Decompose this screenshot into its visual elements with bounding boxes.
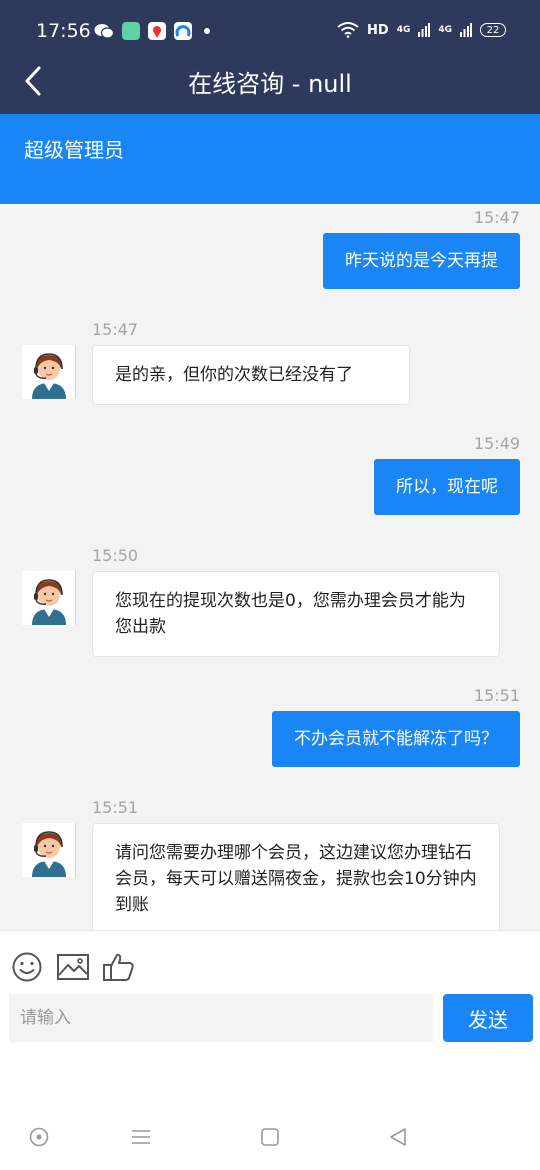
hd-label: HD [367, 22, 389, 38]
more-notifications-dot [204, 28, 210, 34]
send-button[interactable]: 发送 [443, 994, 533, 1042]
agent-avatar[interactable] [22, 345, 76, 399]
assistant-circle-icon[interactable] [28, 1126, 50, 1148]
wechat-icon [94, 24, 114, 39]
signal-2-label: 4G [438, 25, 452, 35]
chat-area[interactable]: 15:47 昨天说的是今天再提 15:47 是的亲，但你的次数已经没有了 15:… [0, 204, 540, 930]
support-agent-icon [32, 353, 66, 399]
support-agent-icon [32, 831, 66, 877]
status-time: 17:56 [36, 20, 91, 42]
home-square-icon[interactable] [259, 1126, 281, 1148]
message-input[interactable] [9, 994, 433, 1042]
thumbs-up-icon[interactable] [102, 951, 136, 983]
wifi-icon [337, 22, 359, 38]
message-time: 15:47 [92, 320, 139, 339]
agent-avatar[interactable] [22, 571, 76, 625]
map-app-icon [148, 22, 166, 40]
agent-avatar[interactable] [22, 823, 76, 877]
message-time: 15:51 [92, 798, 139, 817]
support-agent-icon [32, 579, 66, 625]
signal-2-icon [460, 23, 472, 37]
status-notification-icons [94, 22, 210, 40]
incoming-message[interactable]: 请问您需要办理哪个会员，这边建议您办理钻石会员，每天可以赠送隔夜金，提款也会10… [92, 823, 500, 930]
message-time: 15:49 [473, 434, 520, 453]
back-triangle-icon[interactable] [387, 1126, 409, 1148]
browser-app-icon [174, 22, 192, 40]
outgoing-message[interactable]: 所以，现在呢 [374, 459, 520, 515]
battery-indicator: 22 [480, 23, 506, 37]
menu-icon[interactable] [130, 1126, 152, 1148]
signal-1-label: 4G [396, 25, 411, 35]
emoji-icon[interactable] [10, 951, 44, 983]
status-indicators: HD 4G 4G 22 [337, 22, 506, 38]
message-time: 15:47 [473, 208, 520, 227]
page-title: 在线咨询 - null [188, 70, 352, 98]
agent-banner: 超级管理员 [0, 114, 540, 204]
top-bar: 17:56 HD 4G 4G 22 在线咨询 - null [0, 0, 540, 114]
message-time: 15:50 [92, 546, 139, 565]
message-time: 15:51 [473, 686, 520, 705]
app-notification-icon [122, 22, 140, 40]
signal-1-icon [418, 23, 431, 37]
incoming-message[interactable]: 是的亲，但你的次数已经没有了 [92, 345, 410, 405]
agent-name: 超级管理员 [24, 138, 124, 162]
incoming-message[interactable]: 您现在的提现次数也是0，您需办理会员才能为您出款 [92, 571, 500, 657]
outgoing-message[interactable]: 昨天说的是今天再提 [323, 233, 520, 289]
outgoing-message[interactable]: 不办会员就不能解冻了吗？ [272, 711, 520, 767]
system-nav-bar [0, 1100, 540, 1170]
input-area: 发送 [0, 930, 540, 1070]
image-icon[interactable] [56, 951, 90, 983]
